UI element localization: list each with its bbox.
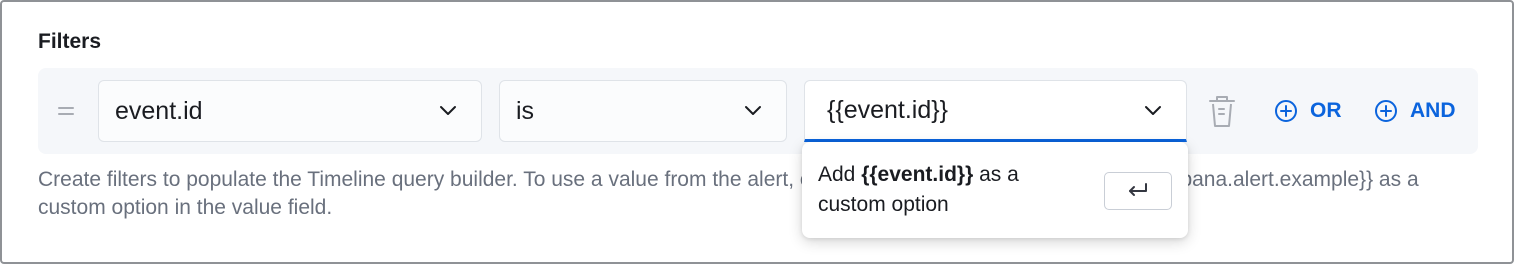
add-and-button[interactable]: AND bbox=[1374, 96, 1456, 126]
custom-option-text[interactable]: Add {{event.id}} as a custom option bbox=[818, 160, 1078, 220]
custom-option-popover[interactable]: Add {{event.id}} as a custom option bbox=[802, 142, 1188, 238]
plus-circle-icon bbox=[1375, 100, 1397, 122]
add-and-label: AND bbox=[1410, 99, 1456, 122]
drag-handle-icon[interactable] bbox=[58, 107, 74, 115]
help-text: Create filters to populate the Timeline … bbox=[38, 168, 1419, 219]
custom-option-prefix: Add bbox=[818, 163, 862, 186]
return-arrow-icon bbox=[1129, 183, 1147, 196]
operator-select-value: is bbox=[516, 96, 535, 125]
enter-key-icon bbox=[1104, 172, 1172, 210]
plus-circle-icon bbox=[1275, 100, 1297, 122]
value-combobox-input[interactable]: {{event.id}} bbox=[827, 96, 948, 125]
field-select[interactable]: event.id bbox=[98, 80, 482, 142]
trash-icon[interactable] bbox=[1206, 92, 1238, 130]
chevron-down-icon bbox=[745, 106, 761, 115]
filter-row: event.id is {{event.id}} OR AND bbox=[38, 68, 1478, 154]
chevron-down-icon bbox=[440, 106, 456, 115]
operator-select[interactable]: is bbox=[499, 80, 787, 142]
filters-panel: Filters event.id is {{event.id}} OR AND … bbox=[0, 0, 1514, 264]
custom-option-value: {{event.id}} bbox=[861, 163, 974, 186]
add-or-button[interactable]: OR bbox=[1274, 96, 1342, 126]
chevron-down-icon bbox=[1145, 106, 1161, 115]
add-or-label: OR bbox=[1310, 99, 1342, 122]
value-combobox[interactable]: {{event.id}} bbox=[804, 80, 1187, 142]
section-title: Filters bbox=[38, 30, 102, 53]
field-select-value: event.id bbox=[115, 96, 203, 125]
